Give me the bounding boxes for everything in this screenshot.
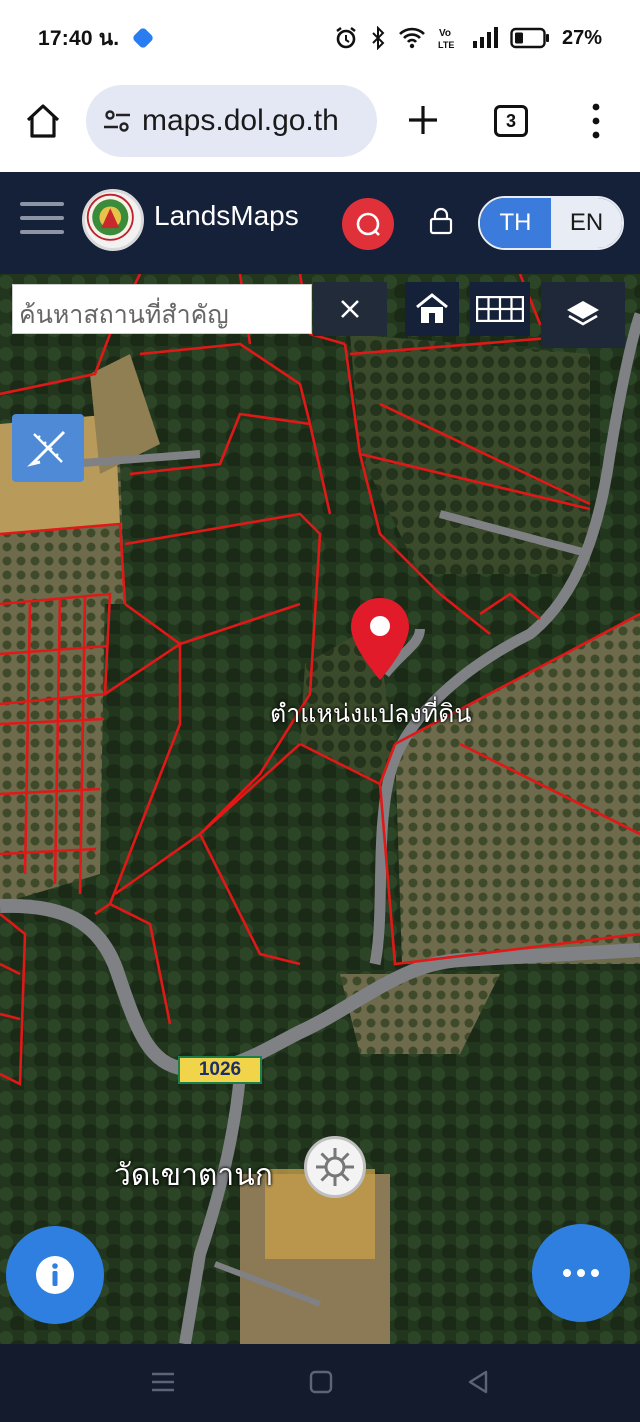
ruler-pencil-icon bbox=[27, 430, 66, 467]
status-icons: Vo LTE 27% bbox=[334, 26, 602, 50]
measure-tool-button[interactable] bbox=[12, 414, 84, 482]
pin-label: ตำแหน่งแปลงที่ดิน bbox=[270, 700, 472, 728]
app-header: LandsMaps TH EN bbox=[0, 172, 640, 274]
more-options-icon[interactable] bbox=[586, 102, 606, 140]
layers-icon bbox=[567, 301, 599, 326]
lock-icon[interactable] bbox=[428, 206, 454, 236]
address-bar[interactable]: maps.dol.go.th bbox=[86, 85, 377, 157]
battery-icon bbox=[510, 27, 549, 49]
road-number-label: 1026 bbox=[178, 1056, 262, 1084]
temple-icon[interactable] bbox=[304, 1136, 366, 1198]
battery-percent: 27% bbox=[561, 26, 602, 49]
dol-logo bbox=[82, 189, 144, 251]
browser-toolbar: maps.dol.go.th 3 bbox=[0, 76, 640, 172]
home-nav-icon[interactable] bbox=[309, 1370, 333, 1394]
back-nav-icon[interactable] bbox=[466, 1370, 490, 1394]
grid-toggle-button[interactable] bbox=[470, 282, 530, 336]
svg-text:LTE: LTE bbox=[438, 40, 454, 50]
svg-text:Vo: Vo bbox=[439, 28, 451, 39]
new-tab-icon[interactable] bbox=[405, 102, 441, 138]
info-icon bbox=[36, 1256, 74, 1294]
home-icon[interactable] bbox=[24, 102, 62, 140]
recent-apps-icon[interactable] bbox=[150, 1370, 176, 1394]
system-nav-bar bbox=[0, 1344, 640, 1422]
url-text: maps.dol.go.th bbox=[142, 104, 339, 137]
location-pin-icon[interactable] bbox=[348, 596, 412, 682]
signal-icon bbox=[472, 27, 498, 48]
grid-icon bbox=[476, 296, 524, 322]
notification-icon bbox=[132, 26, 155, 50]
lang-th-option[interactable]: TH bbox=[480, 198, 551, 248]
wifi-icon bbox=[399, 27, 425, 49]
lang-en-option[interactable]: EN bbox=[551, 198, 622, 248]
home-icon bbox=[416, 293, 448, 323]
tab-switcher-button[interactable]: 3 bbox=[494, 105, 528, 137]
status-bar: 17:40 น. Vo LTE 27% bbox=[0, 0, 640, 76]
search-icon bbox=[356, 212, 380, 236]
clear-search-button[interactable] bbox=[313, 282, 387, 336]
site-settings-icon[interactable] bbox=[102, 106, 132, 136]
place-search-input[interactable]: ค้นหาสถานที่สำคัญ bbox=[12, 284, 312, 334]
info-button[interactable] bbox=[6, 1226, 104, 1324]
layers-button[interactable] bbox=[541, 282, 625, 348]
temple-label: วัดเขาตานก bbox=[114, 1159, 273, 1192]
close-icon bbox=[341, 300, 359, 318]
hamburger-menu-icon[interactable] bbox=[20, 202, 64, 238]
map-view[interactable]: ค้นหาสถานที่สำคัญ ตำแหน่งแปลงที่ดิน 1026… bbox=[0, 274, 640, 1344]
language-toggle[interactable]: TH EN bbox=[478, 196, 624, 250]
volte-icon: VoLTE bbox=[438, 28, 454, 50]
brand-name: LandsMaps bbox=[154, 200, 299, 231]
bluetooth-icon bbox=[372, 26, 385, 50]
search-button[interactable] bbox=[342, 198, 394, 250]
more-horizontal-icon bbox=[563, 1269, 599, 1277]
more-actions-button[interactable] bbox=[532, 1224, 630, 1322]
map-home-button[interactable] bbox=[405, 282, 459, 336]
alarm-icon bbox=[336, 27, 356, 49]
status-time: 17:40 น. bbox=[38, 26, 120, 50]
